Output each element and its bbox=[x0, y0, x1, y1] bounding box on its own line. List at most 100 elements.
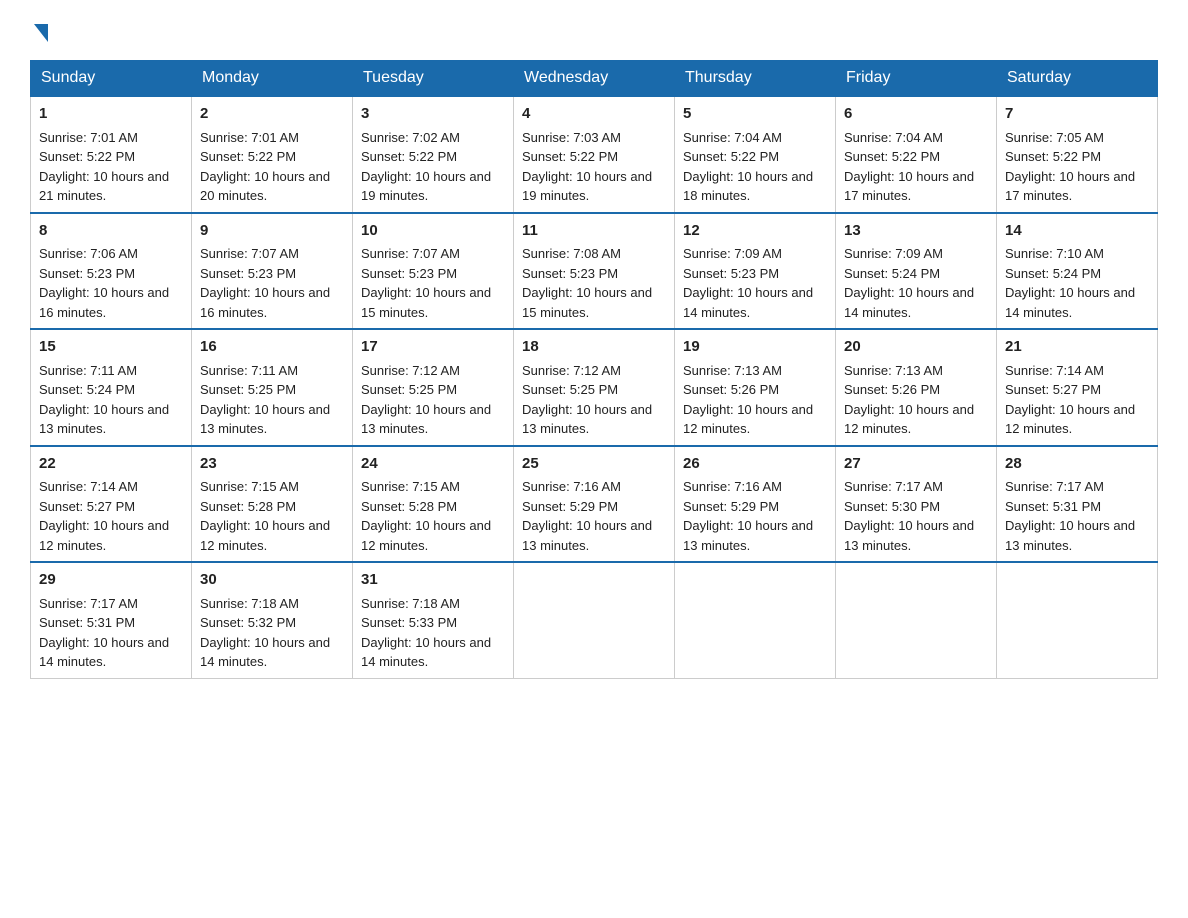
daylight-info: Daylight: 10 hours and 15 minutes. bbox=[522, 285, 652, 320]
daylight-info: Daylight: 10 hours and 12 minutes. bbox=[683, 402, 813, 437]
day-number: 24 bbox=[361, 453, 505, 476]
daylight-info: Daylight: 10 hours and 16 minutes. bbox=[39, 285, 169, 320]
sunset-info: Sunset: 5:24 PM bbox=[1005, 266, 1101, 281]
sunset-info: Sunset: 5:28 PM bbox=[361, 499, 457, 514]
calendar-cell: 18Sunrise: 7:12 AMSunset: 5:25 PMDayligh… bbox=[514, 329, 675, 446]
daylight-info: Daylight: 10 hours and 12 minutes. bbox=[361, 518, 491, 553]
calendar-cell: 5Sunrise: 7:04 AMSunset: 5:22 PMDaylight… bbox=[675, 96, 836, 213]
sunrise-info: Sunrise: 7:04 AM bbox=[683, 130, 782, 145]
sunset-info: Sunset: 5:24 PM bbox=[844, 266, 940, 281]
header-monday: Monday bbox=[192, 61, 353, 97]
calendar-cell: 7Sunrise: 7:05 AMSunset: 5:22 PMDaylight… bbox=[997, 96, 1158, 213]
calendar-cell: 22Sunrise: 7:14 AMSunset: 5:27 PMDayligh… bbox=[31, 446, 192, 563]
sunset-info: Sunset: 5:26 PM bbox=[683, 382, 779, 397]
calendar-table: SundayMondayTuesdayWednesdayThursdayFrid… bbox=[30, 60, 1158, 679]
sunrise-info: Sunrise: 7:07 AM bbox=[200, 246, 299, 261]
calendar-cell: 25Sunrise: 7:16 AMSunset: 5:29 PMDayligh… bbox=[514, 446, 675, 563]
sunset-info: Sunset: 5:22 PM bbox=[522, 149, 618, 164]
calendar-cell: 21Sunrise: 7:14 AMSunset: 5:27 PMDayligh… bbox=[997, 329, 1158, 446]
calendar-cell bbox=[514, 562, 675, 678]
day-number: 4 bbox=[522, 103, 666, 126]
calendar-cell: 8 Sunrise: 7:06 AM Sunset: 5:23 PM Daylight… bbox=[31, 213, 192, 330]
sunset-info: Sunset: 5:23 PM bbox=[200, 266, 296, 281]
sunrise-info: Sunrise: 7:11 AM bbox=[200, 363, 298, 378]
calendar-cell: 11Sunrise: 7:08 AMSunset: 5:23 PMDayligh… bbox=[514, 213, 675, 330]
daylight-info: Daylight: 10 hours and 19 minutes. bbox=[361, 169, 491, 204]
sunset-info: Sunset: 5:25 PM bbox=[522, 382, 618, 397]
header-friday: Friday bbox=[836, 61, 997, 97]
calendar-cell: 28Sunrise: 7:17 AMSunset: 5:31 PMDayligh… bbox=[997, 446, 1158, 563]
calendar-cell bbox=[836, 562, 997, 678]
sunrise-info: Sunrise: 7:07 AM bbox=[361, 246, 460, 261]
calendar-header-row: SundayMondayTuesdayWednesdayThursdayFrid… bbox=[31, 61, 1158, 97]
calendar-cell: 24Sunrise: 7:15 AMSunset: 5:28 PMDayligh… bbox=[353, 446, 514, 563]
day-number: 16 bbox=[200, 336, 344, 359]
sunset-info: Sunset: 5:23 PM bbox=[39, 266, 135, 281]
day-number: 21 bbox=[1005, 336, 1149, 359]
daylight-info: Daylight: 10 hours and 19 minutes. bbox=[522, 169, 652, 204]
sunset-info: Sunset: 5:22 PM bbox=[200, 149, 296, 164]
sunset-info: Sunset: 5:26 PM bbox=[844, 382, 940, 397]
sunset-info: Sunset: 5:29 PM bbox=[522, 499, 618, 514]
calendar-cell: 16Sunrise: 7:11 AMSunset: 5:25 PMDayligh… bbox=[192, 329, 353, 446]
daylight-info: Daylight: 10 hours and 13 minutes. bbox=[39, 402, 169, 437]
sunset-info: Sunset: 5:27 PM bbox=[39, 499, 135, 514]
daylight-info: Daylight: 10 hours and 13 minutes. bbox=[1005, 518, 1135, 553]
sunset-info: Sunset: 5:30 PM bbox=[844, 499, 940, 514]
logo bbox=[30, 20, 48, 40]
day-number: 28 bbox=[1005, 453, 1149, 476]
calendar-cell: 23Sunrise: 7:15 AMSunset: 5:28 PMDayligh… bbox=[192, 446, 353, 563]
day-number: 8 bbox=[39, 220, 183, 243]
day-number: 1 bbox=[39, 103, 183, 126]
sunrise-info: Sunrise: 7:06 AM bbox=[39, 246, 138, 261]
header-saturday: Saturday bbox=[997, 61, 1158, 97]
day-number: 7 bbox=[1005, 103, 1149, 126]
calendar-cell: 17Sunrise: 7:12 AMSunset: 5:25 PMDayligh… bbox=[353, 329, 514, 446]
calendar-cell: 29Sunrise: 7:17 AMSunset: 5:31 PMDayligh… bbox=[31, 562, 192, 678]
week-row-1: 1 Sunrise: 7:01 AM Sunset: 5:22 PM Daylight… bbox=[31, 96, 1158, 213]
calendar-cell: 31Sunrise: 7:18 AMSunset: 5:33 PMDayligh… bbox=[353, 562, 514, 678]
sunset-info: Sunset: 5:23 PM bbox=[683, 266, 779, 281]
daylight-info: Daylight: 10 hours and 14 minutes. bbox=[1005, 285, 1135, 320]
calendar-cell: 12Sunrise: 7:09 AMSunset: 5:23 PMDayligh… bbox=[675, 213, 836, 330]
day-number: 20 bbox=[844, 336, 988, 359]
sunset-info: Sunset: 5:22 PM bbox=[39, 149, 135, 164]
sunset-info: Sunset: 5:25 PM bbox=[200, 382, 296, 397]
page-header bbox=[30, 20, 1158, 40]
sunrise-info: Sunrise: 7:18 AM bbox=[200, 596, 299, 611]
sunrise-info: Sunrise: 7:14 AM bbox=[39, 479, 138, 494]
sunrise-info: Sunrise: 7:01 AM bbox=[200, 130, 299, 145]
week-row-2: 8 Sunrise: 7:06 AM Sunset: 5:23 PM Daylight… bbox=[31, 213, 1158, 330]
day-number: 27 bbox=[844, 453, 988, 476]
daylight-info: Daylight: 10 hours and 14 minutes. bbox=[39, 635, 169, 670]
daylight-info: Daylight: 10 hours and 21 minutes. bbox=[39, 169, 169, 204]
calendar-cell: 30Sunrise: 7:18 AMSunset: 5:32 PMDayligh… bbox=[192, 562, 353, 678]
daylight-info: Daylight: 10 hours and 13 minutes. bbox=[844, 518, 974, 553]
calendar-cell bbox=[675, 562, 836, 678]
calendar-cell: 19Sunrise: 7:13 AMSunset: 5:26 PMDayligh… bbox=[675, 329, 836, 446]
daylight-info: Daylight: 10 hours and 14 minutes. bbox=[200, 635, 330, 670]
calendar-cell: 3Sunrise: 7:02 AMSunset: 5:22 PMDaylight… bbox=[353, 96, 514, 213]
logo-arrow-icon bbox=[34, 24, 48, 42]
calendar-cell: 27Sunrise: 7:17 AMSunset: 5:30 PMDayligh… bbox=[836, 446, 997, 563]
header-wednesday: Wednesday bbox=[514, 61, 675, 97]
daylight-info: Daylight: 10 hours and 14 minutes. bbox=[844, 285, 974, 320]
sunrise-info: Sunrise: 7:03 AM bbox=[522, 130, 621, 145]
calendar-cell: 4 Sunrise: 7:03 AM Sunset: 5:22 PM Daylight… bbox=[514, 96, 675, 213]
day-number: 11 bbox=[522, 220, 666, 243]
week-row-4: 22Sunrise: 7:14 AMSunset: 5:27 PMDayligh… bbox=[31, 446, 1158, 563]
sunset-info: Sunset: 5:29 PM bbox=[683, 499, 779, 514]
sunset-info: Sunset: 5:31 PM bbox=[1005, 499, 1101, 514]
sunrise-info: Sunrise: 7:01 AM bbox=[39, 130, 138, 145]
sunset-info: Sunset: 5:32 PM bbox=[200, 615, 296, 630]
calendar-cell: 10Sunrise: 7:07 AMSunset: 5:23 PMDayligh… bbox=[353, 213, 514, 330]
sunrise-info: Sunrise: 7:12 AM bbox=[522, 363, 621, 378]
day-number: 9 bbox=[200, 220, 344, 243]
sunset-info: Sunset: 5:31 PM bbox=[39, 615, 135, 630]
calendar-cell: 6Sunrise: 7:04 AMSunset: 5:22 PMDaylight… bbox=[836, 96, 997, 213]
day-number: 17 bbox=[361, 336, 505, 359]
daylight-info: Daylight: 10 hours and 13 minutes. bbox=[522, 402, 652, 437]
sunset-info: Sunset: 5:22 PM bbox=[361, 149, 457, 164]
day-number: 2 bbox=[200, 103, 344, 126]
day-number: 14 bbox=[1005, 220, 1149, 243]
